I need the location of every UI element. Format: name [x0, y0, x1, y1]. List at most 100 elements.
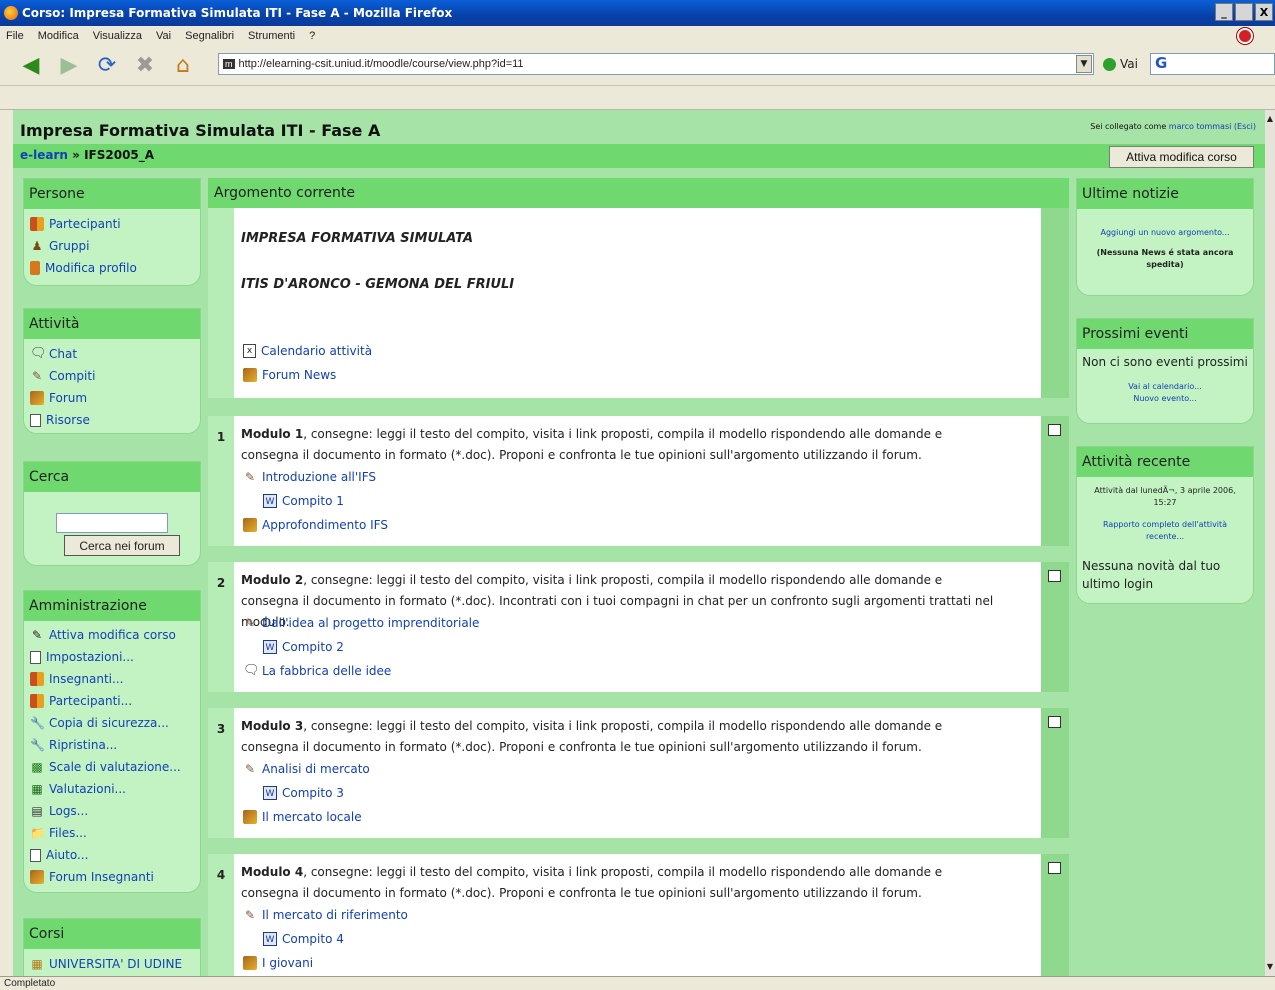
module-2-resource-label[interactable]: Dall'idea al progetto imprenditoriale: [262, 616, 479, 630]
module-3-assignment-label[interactable]: Compito 3: [282, 786, 344, 800]
back-arrow-icon[interactable]: ◀: [16, 51, 46, 81]
chat-link[interactable]: 🗨 Chat: [30, 343, 200, 365]
show-only-topic-checkbox[interactable]: [1048, 862, 1061, 874]
admin-restore-link[interactable]: 🔧 Ripristina...: [30, 734, 200, 756]
assignment-link[interactable]: W Compito 4: [263, 932, 344, 946]
admin-teacher-forum-label[interactable]: Forum Insegnanti: [49, 870, 154, 884]
reload-icon[interactable]: ⟳: [92, 51, 122, 81]
participants-link[interactable]: Partecipanti: [30, 213, 200, 235]
admin-grades-link[interactable]: ▦ Valutazioni...: [30, 778, 200, 800]
admin-backup-link[interactable]: 🔧 Copia di sicurezza...: [30, 712, 200, 734]
forum-search-input[interactable]: [56, 513, 168, 533]
admin-help-link[interactable]: Aiuto...: [30, 844, 200, 866]
menu-file[interactable]: File: [6, 30, 24, 42]
admin-settings-label[interactable]: Impostazioni...: [46, 650, 134, 664]
resource-link[interactable]: ✎ Analisi di mercato: [243, 762, 370, 776]
assignments-label[interactable]: Compiti: [49, 369, 95, 383]
new-event-label[interactable]: Nuovo evento...: [1133, 394, 1196, 403]
admin-logs-label[interactable]: Logs...: [49, 804, 88, 818]
resource-link[interactable]: ✎ Dall'idea al progetto imprenditoriale: [243, 616, 479, 630]
edit-profile-link[interactable]: Modifica profilo: [30, 257, 200, 279]
menu-help[interactable]: ?: [309, 30, 315, 42]
admin-files-link[interactable]: 📁 Files...: [30, 822, 200, 844]
enable-editing-button[interactable]: Attiva modifica corso: [1109, 146, 1254, 168]
add-topic-link[interactable]: Aggiungi un nuovo argomento...: [1077, 227, 1253, 239]
admin-teachers-label[interactable]: Insegnanti...: [49, 672, 123, 686]
menu-visualizza[interactable]: Visualizza: [93, 30, 142, 42]
module-1-assignment-label[interactable]: Compito 1: [282, 494, 344, 508]
show-only-topic-checkbox[interactable]: [1048, 716, 1061, 728]
scroll-up-icon[interactable]: ▲: [1265, 114, 1275, 124]
resource-link[interactable]: ✎ Il mercato di riferimento: [243, 908, 408, 922]
admin-settings-link[interactable]: Impostazioni...: [30, 646, 200, 668]
module-4-forum-label[interactable]: I giovani: [262, 956, 313, 970]
add-topic-label[interactable]: Aggiungi un nuovo argomento...: [1100, 228, 1229, 237]
user-link[interactable]: marco tommasi: [1169, 122, 1232, 131]
admin-grades-label[interactable]: Valutazioni...: [49, 782, 126, 796]
chat-label[interactable]: Chat: [49, 347, 77, 361]
module-2-assignment-label[interactable]: Compito 2: [282, 640, 344, 654]
forward-arrow-icon[interactable]: ▶: [54, 51, 84, 81]
groups-label[interactable]: Gruppi: [49, 239, 89, 253]
calendar-label[interactable]: Calendario attività: [261, 344, 372, 358]
course-category-link[interactable]: ▦ UNIVERSITA' DI UDINE: [30, 953, 200, 975]
go-to-calendar-label[interactable]: Vai al calendario...: [1128, 382, 1202, 391]
logout-link[interactable]: (Esci): [1234, 122, 1256, 131]
menu-vai[interactable]: Vai: [156, 30, 171, 42]
assignments-link[interactable]: ✎ Compiti: [30, 365, 200, 387]
menu-strumenti[interactable]: Strumenti: [248, 30, 295, 42]
minimize-button[interactable]: _: [1215, 3, 1233, 21]
close-button[interactable]: X: [1255, 3, 1273, 21]
module-3-forum-label[interactable]: Il mercato locale: [262, 810, 362, 824]
admin-enable-editing-label[interactable]: Attiva modifica corso: [49, 628, 176, 642]
search-engine-box[interactable]: G: [1150, 53, 1275, 75]
forum-link[interactable]: Approfondimento IFS: [243, 518, 388, 532]
admin-help-label[interactable]: Aiuto...: [46, 848, 88, 862]
resources-link[interactable]: Risorse: [30, 409, 200, 431]
stop-icon[interactable]: ✖: [130, 51, 160, 81]
forum-link[interactable]: I giovani: [243, 956, 313, 970]
forum-search-button[interactable]: Cerca nei forum: [64, 535, 180, 556]
resource-link[interactable]: ✎ Introduzione all'IFS: [243, 470, 376, 484]
admin-files-label[interactable]: Files...: [49, 826, 87, 840]
menu-segnalibri[interactable]: Segnalibri: [185, 30, 234, 42]
news-forum-link[interactable]: Forum News: [243, 368, 336, 382]
go-button[interactable]: Vai: [1103, 57, 1138, 71]
full-report-label[interactable]: Rapporto completo dell'attività recente.…: [1103, 520, 1227, 541]
scroll-down-icon[interactable]: ▼: [1265, 962, 1275, 972]
edit-profile-label[interactable]: Modifica profilo: [45, 261, 137, 275]
admin-participants-label[interactable]: Partecipanti...: [49, 694, 132, 708]
module-1-forum-label[interactable]: Approfondimento IFS: [262, 518, 388, 532]
participants-label[interactable]: Partecipanti: [49, 217, 121, 231]
maximize-button[interactable]: [1235, 3, 1253, 21]
calendar-link[interactable]: x Calendario attività: [243, 344, 372, 358]
forum-link[interactable]: Forum: [30, 387, 200, 409]
forum-label[interactable]: Forum: [49, 391, 87, 405]
chat-link[interactable]: 🗨 La fabbrica delle idee: [243, 664, 391, 679]
menu-modifica[interactable]: Modifica: [38, 30, 79, 42]
url-bar[interactable]: m http://elearning-csit.uniud.it/moodle/…: [218, 53, 1094, 75]
admin-restore-label[interactable]: Ripristina...: [49, 738, 117, 752]
show-only-topic-checkbox[interactable]: [1048, 570, 1061, 582]
url-text[interactable]: http://elearning-csit.uniud.it/moodle/co…: [239, 58, 524, 70]
admin-enable-editing-link[interactable]: ✎ Attiva modifica corso: [30, 624, 200, 646]
show-only-topic-checkbox[interactable]: [1048, 424, 1061, 436]
module-2-chat-label[interactable]: La fabbrica delle idee: [262, 664, 391, 678]
admin-participants-link[interactable]: Partecipanti...: [30, 690, 200, 712]
module-3-resource-label[interactable]: Analisi di mercato: [262, 762, 370, 776]
module-4-resource-label[interactable]: Il mercato di riferimento: [262, 908, 408, 922]
admin-backup-label[interactable]: Copia di sicurezza...: [49, 716, 169, 730]
assignment-link[interactable]: W Compito 2: [263, 640, 344, 654]
assignment-link[interactable]: W Compito 3: [263, 786, 344, 800]
assignment-link[interactable]: W Compito 1: [263, 494, 344, 508]
module-1-resource-label[interactable]: Introduzione all'IFS: [262, 470, 376, 484]
admin-teacher-forum-link[interactable]: Forum Insegnanti: [30, 866, 200, 888]
admin-scales-link[interactable]: ▩ Scale di valutazione...: [30, 756, 200, 778]
resources-label[interactable]: Risorse: [46, 413, 90, 427]
new-event-link[interactable]: Nuovo evento...: [1077, 393, 1253, 405]
go-to-calendar-link[interactable]: Vai al calendario...: [1077, 381, 1253, 393]
url-history-dropdown-button[interactable]: ▼: [1076, 55, 1092, 73]
forum-link[interactable]: Il mercato locale: [243, 810, 362, 824]
groups-link[interactable]: ♟ Gruppi: [30, 235, 200, 257]
admin-scales-label[interactable]: Scale di valutazione...: [49, 760, 181, 774]
